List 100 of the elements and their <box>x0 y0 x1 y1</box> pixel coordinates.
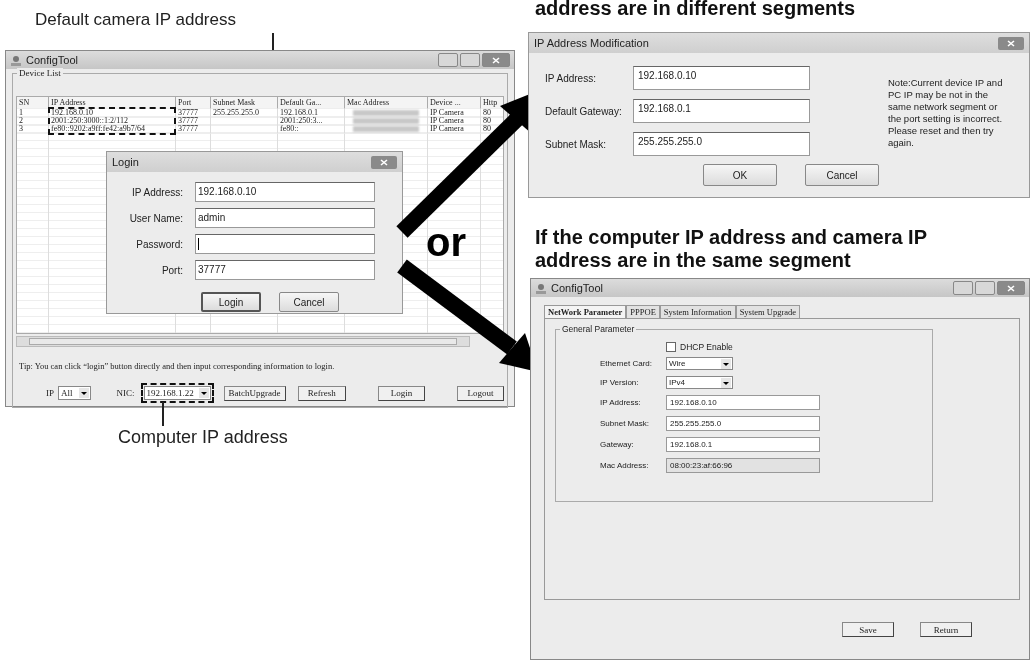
section-heading: address are in different segments <box>535 0 856 20</box>
dropdown[interactable]: IPv4 <box>666 376 733 389</box>
table-cell: 2001:250:3000::1:2/112 <box>49 117 176 126</box>
column-header[interactable]: Device ... <box>428 97 481 109</box>
table-cell: IP Camera <box>428 125 481 134</box>
table-cell: 192.168.0.10 <box>49 109 176 118</box>
input-field[interactable]: 192.168.0.1 <box>666 437 820 452</box>
dialog-button[interactable]: Cancel <box>279 292 339 312</box>
checkbox[interactable] <box>666 342 676 352</box>
table-cell <box>211 125 278 134</box>
group-title: Device List <box>17 68 63 78</box>
close-icon <box>492 56 500 64</box>
note-text: Note:Current device IP and PC IP may be not in the same network segment or the port setting is incorrect. Please reset and then try again. <box>888 77 1004 150</box>
close-icon <box>380 158 388 166</box>
dialog-button[interactable]: Return <box>920 622 972 637</box>
input-field[interactable]: 255.255.255.0 <box>633 132 810 156</box>
table-cell: IP Camera <box>428 117 481 126</box>
input-field[interactable]: 255.255.255.0 <box>666 416 820 431</box>
toolbar-button[interactable]: Logout <box>457 385 504 401</box>
field-label: IP Address: <box>545 72 597 84</box>
field-label: Ethernet Card: <box>600 359 654 368</box>
tab[interactable]: System Upgrade <box>735 305 801 318</box>
table-cell: 80 <box>481 125 503 134</box>
tab[interactable]: System Information <box>659 305 736 318</box>
table-cell: 37777 <box>176 109 211 118</box>
field-label: IP Address: <box>600 398 642 407</box>
maximize-button[interactable] <box>460 53 480 67</box>
field-label: Default Gateway: <box>545 105 623 117</box>
checkbox-label: DHCP Enable <box>680 342 733 352</box>
toolbar-button[interactable]: BatchUpgrade <box>223 385 286 401</box>
close-icon <box>1007 39 1015 47</box>
toolbar-button[interactable]: Refresh <box>297 385 347 401</box>
input-field[interactable]: 192.168.0.10 <box>195 182 375 202</box>
nic-dropdown[interactable]: 192.168.1.22 <box>143 386 211 400</box>
app-icon <box>535 282 547 294</box>
group-title: General Parameter <box>560 324 637 334</box>
field-label: User Name: <box>128 212 183 224</box>
ip-filter-dropdown[interactable]: All <box>58 386 91 400</box>
column-header[interactable]: Default Ga... <box>278 97 345 109</box>
section-heading: If the computer IP address and camera IP address are in the same segment <box>535 226 928 272</box>
app-icon <box>10 54 22 66</box>
or-label: or <box>426 220 466 265</box>
window-title: ConfigTool <box>26 54 78 66</box>
minimize-button[interactable] <box>953 281 973 295</box>
table-cell: 192.168.0.1 <box>278 109 345 118</box>
dialog-button[interactable]: Save <box>842 622 894 637</box>
table-cell: IP Camera <box>428 109 481 118</box>
field-label: IP Version: <box>600 378 640 387</box>
input-field[interactable]: 192.168.0.10 <box>633 66 810 90</box>
close-button[interactable] <box>482 53 510 67</box>
field-label: Gateway: <box>600 440 635 449</box>
minimize-button[interactable] <box>438 53 458 67</box>
close-icon <box>1007 284 1015 292</box>
maximize-button[interactable] <box>975 281 995 295</box>
field-label: Subnet Mask: <box>600 419 650 428</box>
table-cell: 37777 <box>176 125 211 134</box>
annotation-caption: Computer IP address <box>118 427 288 448</box>
close-button[interactable] <box>997 281 1025 295</box>
column-header[interactable]: Port <box>176 97 211 109</box>
input-field: 08:00:23:af:66:96 <box>666 458 820 473</box>
table-cell: 3 <box>17 125 49 134</box>
field-label: Mac Address: <box>600 461 650 470</box>
dialog-title: Login <box>112 156 139 168</box>
toolbar-button[interactable]: Login <box>378 385 426 401</box>
input-field[interactable] <box>195 234 375 254</box>
table-cell <box>211 117 278 126</box>
horizontal-scrollbar[interactable] <box>16 336 470 347</box>
input-field[interactable]: admin <box>195 208 375 228</box>
input-field[interactable]: 192.168.0.1 <box>633 99 810 123</box>
leader-line <box>162 402 164 426</box>
table-cell: 2 <box>17 117 49 126</box>
dialog-button[interactable]: Cancel <box>805 164 879 186</box>
column-header[interactable]: Subnet Mask <box>211 97 278 109</box>
tab[interactable]: NetWork Parameter <box>544 305 627 318</box>
tip-text: Tip: You can click “login” button directly and then input corresponding information to login. <box>18 361 336 371</box>
ip-label: IP <box>46 388 54 398</box>
field-label: IP Address: <box>131 186 183 198</box>
input-field[interactable]: 37777 <box>195 260 375 280</box>
window-title: ConfigTool <box>551 282 603 294</box>
nic-label: NIC: <box>116 388 135 398</box>
dialog-button[interactable]: Login <box>201 292 261 312</box>
close-button[interactable] <box>998 36 1024 50</box>
tab[interactable]: PPPOE <box>626 305 660 318</box>
field-label: Subnet Mask: <box>545 138 608 150</box>
annotation-caption: Default camera IP address <box>35 10 236 30</box>
dialog-button[interactable]: OK <box>703 164 777 186</box>
dialog-title: IP Address Modification <box>534 37 649 49</box>
input-field[interactable]: 192.168.0.10 <box>666 395 820 410</box>
table-cell: 37777 <box>176 117 211 126</box>
close-button[interactable] <box>371 155 397 169</box>
column-header[interactable]: Mac Address <box>345 97 428 109</box>
table-cell: fe80::9202:a9ff:fe42:a9b7/64 <box>49 125 176 134</box>
field-label: Password: <box>135 238 183 250</box>
table-cell: 80 <box>481 117 503 126</box>
field-label: Port: <box>160 264 183 276</box>
column-header[interactable]: SN <box>17 97 49 109</box>
table-cell: fe80:: <box>278 125 345 134</box>
column-header[interactable]: IP Address <box>49 97 176 109</box>
dropdown[interactable]: Wire <box>666 357 733 370</box>
table-cell: 1 <box>17 109 49 118</box>
